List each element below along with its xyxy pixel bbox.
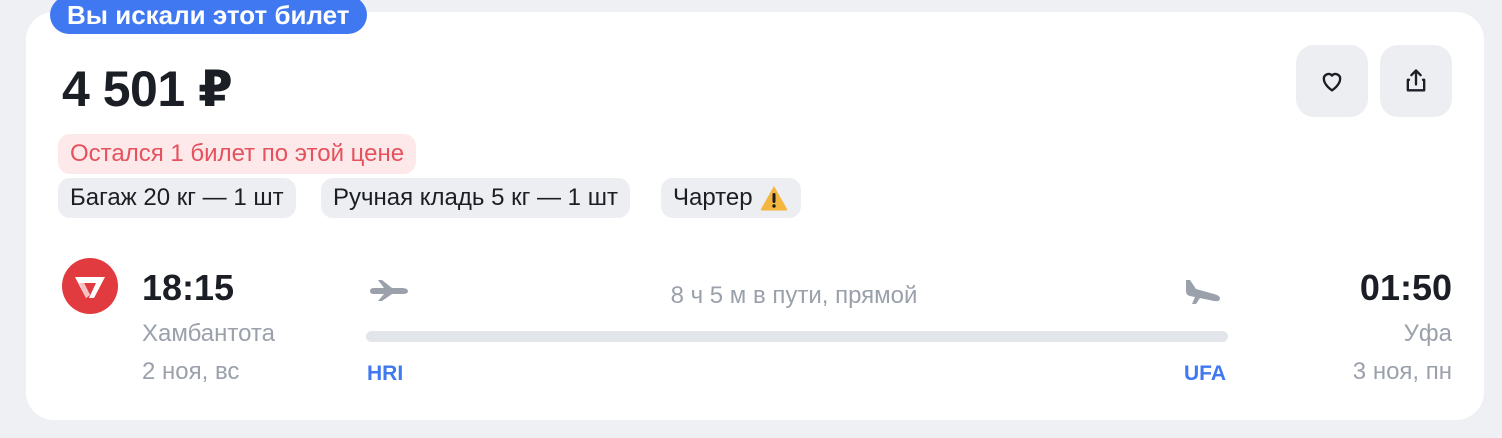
flight-duration: 8 ч 5 м в пути, прямой — [670, 282, 918, 309]
baggage-tag: Багаж 20 кг — 1 шт — [58, 178, 296, 218]
landing-plane-icon — [1182, 276, 1224, 311]
departure-city: Хамбантота — [142, 320, 275, 347]
arrival-airport-code[interactable]: UFA — [1184, 360, 1226, 388]
arrival-date: 3 ноя, пн — [1352, 358, 1452, 385]
departure-airport-code[interactable]: HRI — [367, 360, 403, 388]
airline-logo-icon — [62, 258, 118, 314]
arrival-time: 01:50 — [1359, 267, 1452, 308]
arrival-city: Уфа — [1403, 320, 1452, 347]
share-button[interactable] — [1380, 45, 1452, 117]
hand-luggage-tag: Ручная кладь 5 кг — 1 шт — [321, 178, 630, 218]
departure-time: 18:15 — [142, 267, 235, 308]
ticket-card[interactable]: 4 501 ₽ Остался 1 билет по этой цене Баг… — [26, 12, 1484, 420]
departure-date: 2 ноя, вс — [142, 358, 240, 385]
warning-icon — [760, 186, 787, 211]
share-icon — [1406, 69, 1426, 92]
ticket-price: 4 501 ₽ — [62, 61, 233, 117]
favorite-button[interactable] — [1296, 45, 1368, 117]
charter-label: Чартер — [673, 184, 753, 211]
route-progress-line — [366, 331, 1228, 342]
heart-icon — [1322, 72, 1342, 92]
searched-ticket-badge: Вы искали этот билет — [50, 0, 367, 34]
takeoff-plane-icon — [368, 276, 410, 307]
seats-left-warning: Остался 1 билет по этой цене — [58, 134, 417, 174]
charter-tag[interactable]: Чартер — [661, 178, 801, 218]
